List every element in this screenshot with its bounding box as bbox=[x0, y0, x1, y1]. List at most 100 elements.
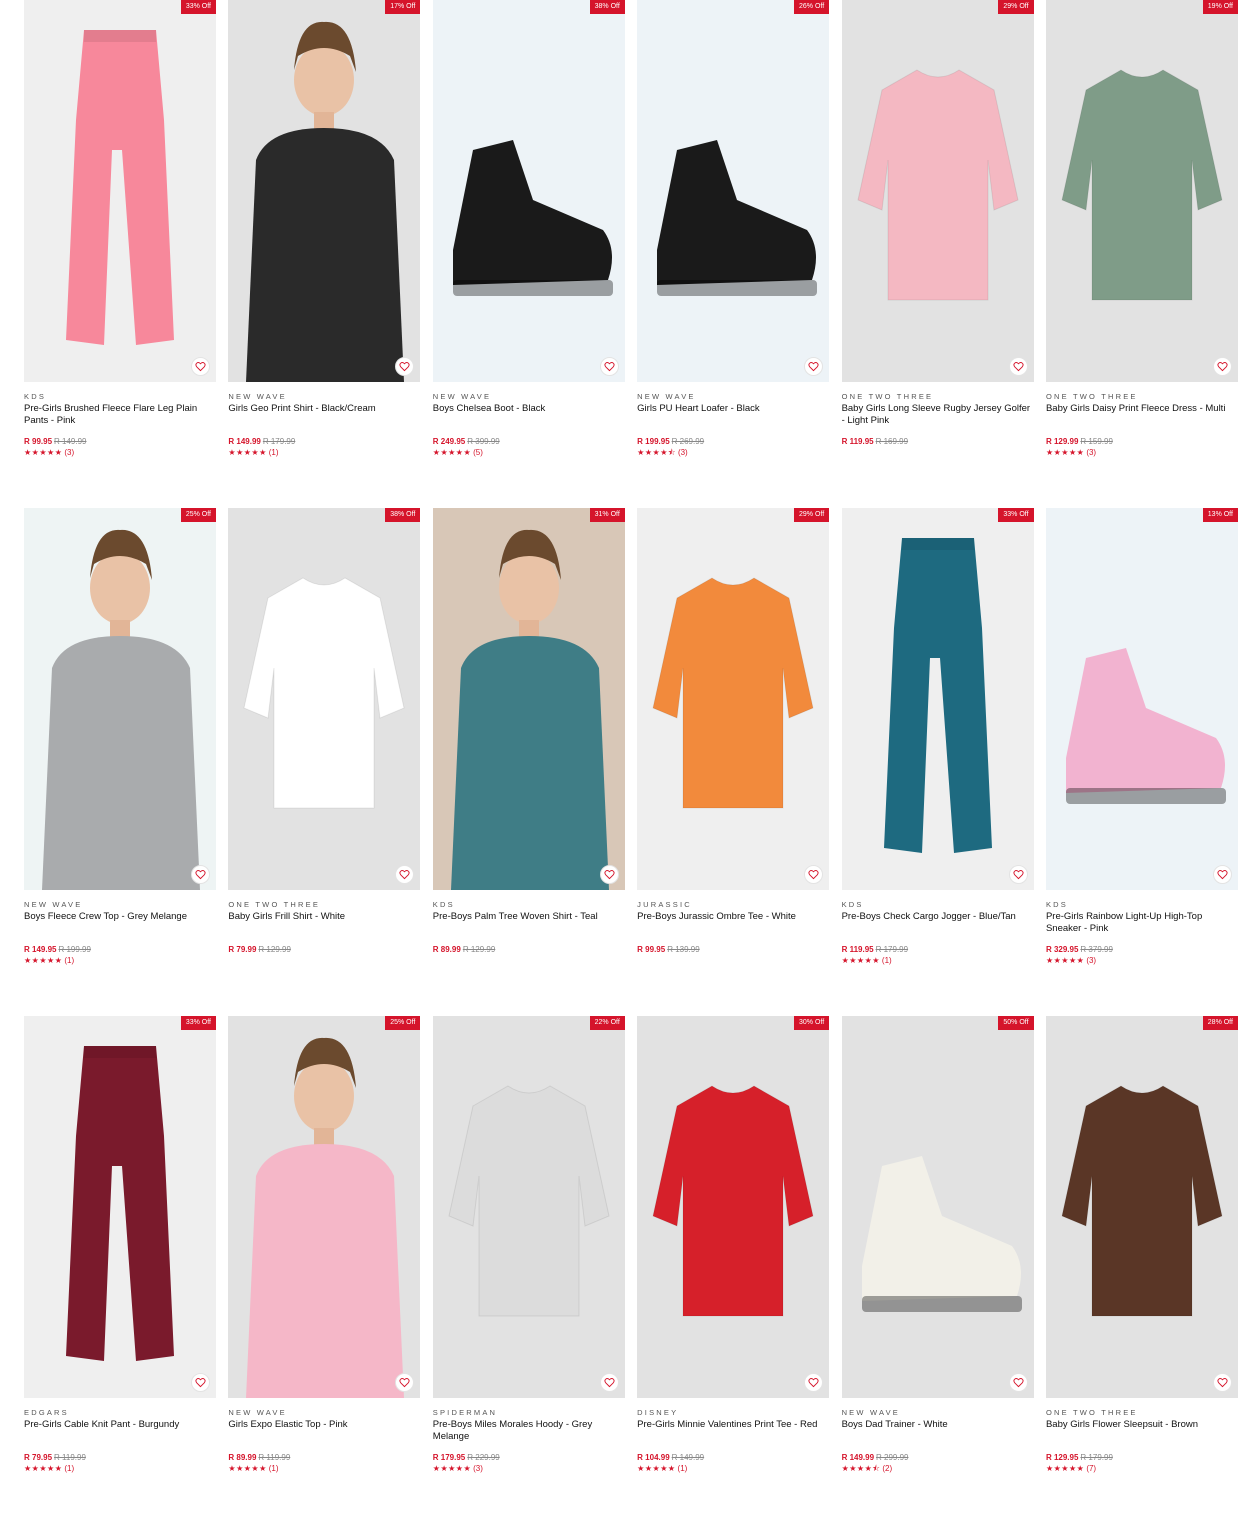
heart-icon bbox=[1013, 1378, 1024, 1388]
product-image[interactable]: 17% Off bbox=[228, 0, 421, 382]
product-card[interactable]: 29% Off ONE TWO THREE Baby Girls Long Slee… bbox=[841, 0, 1034, 508]
product-photo[interactable] bbox=[24, 1016, 216, 1398]
wishlist-button[interactable] bbox=[1008, 865, 1028, 884]
product-title[interactable]: Baby Girls Frill Shirt - White bbox=[228, 911, 420, 945]
product-image[interactable]: 28% Off bbox=[1045, 1016, 1238, 1398]
product-photo[interactable] bbox=[433, 0, 625, 382]
product-brand: KDS bbox=[841, 900, 864, 909]
product-title[interactable]: Boys Dad Trainer - White bbox=[842, 1419, 1034, 1453]
product-brand: ONE TWO THREE bbox=[841, 392, 934, 401]
product-photo[interactable] bbox=[24, 508, 216, 890]
product-card[interactable]: 33% Off KDS Pre-Boys Check Cargo Jogger - … bbox=[841, 508, 1034, 1016]
product-brand: KDS bbox=[432, 900, 455, 909]
product-card[interactable]: 25% Off NEW WAVE Boys Fleece Crew Top - Gr… bbox=[24, 508, 216, 1016]
sale-price: R 119.95 bbox=[841, 437, 874, 446]
wishlist-button[interactable] bbox=[599, 357, 619, 376]
product-card[interactable]: 33% Off EDGARS Pre-Girls Cable Knit Pant -… bbox=[24, 1016, 216, 1524]
product-title[interactable]: Pre-Boys Miles Morales Hoody - Grey Mela… bbox=[433, 1419, 625, 1453]
product-photo[interactable] bbox=[24, 0, 216, 382]
product-image[interactable]: 33% Off bbox=[24, 0, 216, 382]
product-photo[interactable] bbox=[433, 508, 625, 890]
product-photo[interactable] bbox=[637, 0, 829, 382]
product-title[interactable]: Pre-Boys Palm Tree Woven Shirt - Teal bbox=[433, 911, 625, 945]
product-title[interactable]: Pre-Girls Rainbow Light-Up High-Top Snea… bbox=[1046, 911, 1238, 945]
product-title[interactable]: Pre-Boys Check Cargo Jogger - Blue/Tan bbox=[842, 911, 1034, 945]
product-photo[interactable] bbox=[228, 508, 420, 890]
product-title[interactable]: Baby Girls Flower Sleepsuit - Brown bbox=[1046, 1419, 1238, 1453]
wishlist-button[interactable] bbox=[1212, 1373, 1232, 1392]
original-price: R 399.99 bbox=[467, 437, 500, 446]
wishlist-button[interactable] bbox=[1008, 1373, 1028, 1392]
product-image[interactable]: 33% Off bbox=[24, 1016, 216, 1398]
product-image[interactable]: 30% Off bbox=[637, 1016, 830, 1398]
product-image[interactable]: 19% Off bbox=[1045, 0, 1238, 382]
product-card[interactable]: 30% Off DISNEY Pre-Girls Minnie Valentines… bbox=[637, 1016, 830, 1524]
product-image[interactable]: 29% Off bbox=[841, 0, 1034, 382]
product-photo[interactable] bbox=[842, 1016, 1034, 1398]
product-image[interactable]: 25% Off bbox=[228, 1016, 421, 1398]
product-card[interactable]: 38% Off NEW WAVE Boys Chelsea Boot - Black… bbox=[432, 0, 625, 508]
wishlist-button[interactable] bbox=[599, 1373, 619, 1392]
discount-badge: 33% Off bbox=[180, 1016, 216, 1030]
product-photo[interactable] bbox=[637, 508, 829, 890]
review-count: (3) bbox=[64, 448, 75, 457]
product-card[interactable]: 31% Off KDS Pre-Boys Palm Tree Woven Shirt… bbox=[432, 508, 625, 1016]
product-title[interactable]: Baby Girls Long Sleeve Rugby Jersey Golf… bbox=[842, 403, 1034, 437]
sale-price: R 249.95 bbox=[432, 437, 466, 446]
product-title[interactable]: Pre-Girls Brushed Fleece Flare Leg Plain… bbox=[24, 403, 216, 437]
product-title[interactable]: Boys Chelsea Boot - Black bbox=[433, 403, 625, 437]
product-image[interactable]: 29% Off bbox=[637, 508, 830, 890]
product-image[interactable]: 25% Off bbox=[24, 508, 216, 890]
product-title[interactable]: Pre-Boys Jurassic Ombre Tee - White bbox=[637, 911, 829, 945]
product-card[interactable]: 17% Off NEW WAVE Girls Geo Print Shirt - B… bbox=[228, 0, 421, 508]
wishlist-button[interactable] bbox=[191, 357, 210, 376]
wishlist-button[interactable] bbox=[599, 865, 619, 884]
product-card[interactable]: 29% Off JURASSIC Pre-Boys Jurassic Ombre T… bbox=[637, 508, 830, 1016]
product-photo[interactable] bbox=[228, 0, 420, 382]
wishlist-button[interactable] bbox=[1212, 357, 1232, 376]
product-photo[interactable] bbox=[842, 508, 1034, 890]
product-image[interactable]: 22% Off bbox=[432, 1016, 625, 1398]
product-photo[interactable] bbox=[1046, 0, 1238, 382]
product-title[interactable]: Pre-Girls Cable Knit Pant - Burgundy bbox=[24, 1419, 216, 1453]
product-photo[interactable] bbox=[228, 1016, 420, 1398]
product-image[interactable]: 26% Off bbox=[637, 0, 830, 382]
product-card[interactable]: 26% Off NEW WAVE Girls PU Heart Loafer - B… bbox=[637, 0, 830, 508]
product-card[interactable]: 50% Off NEW WAVE Boys Dad Trainer - White R… bbox=[841, 1016, 1034, 1524]
product-card[interactable]: 25% Off NEW WAVE Girls Expo Elastic Top - … bbox=[228, 1016, 421, 1524]
product-image[interactable]: 38% Off bbox=[432, 0, 625, 382]
product-title[interactable]: Baby Girls Daisy Print Fleece Dress - Mu… bbox=[1046, 403, 1238, 437]
wishlist-button[interactable] bbox=[1008, 357, 1028, 376]
product-card[interactable]: 22% Off SPIDERMAN Pre-Boys Miles Morales H… bbox=[432, 1016, 625, 1524]
star-icons: ★★★★★ bbox=[841, 956, 880, 965]
wishlist-button[interactable] bbox=[191, 865, 210, 884]
product-image[interactable]: 33% Off bbox=[841, 508, 1034, 890]
review-count: (3) bbox=[473, 1464, 483, 1473]
product-image[interactable]: 50% Off bbox=[841, 1016, 1034, 1398]
product-title[interactable]: Girls Geo Print Shirt - Black/Cream bbox=[228, 403, 420, 437]
product-image[interactable]: 13% Off bbox=[1045, 508, 1238, 890]
product-photo[interactable] bbox=[637, 1016, 829, 1398]
product-prices: R 119.95 R 179.99 bbox=[842, 945, 1034, 955]
product-photo[interactable] bbox=[433, 1016, 625, 1398]
product-title[interactable]: Pre-Girls Minnie Valentines Print Tee - … bbox=[637, 1419, 829, 1453]
product-title[interactable]: Boys Fleece Crew Top - Grey Melange bbox=[24, 911, 216, 945]
product-card[interactable]: 13% Off KDS Pre-Girls Rainbow Light-Up Hig… bbox=[1045, 508, 1238, 1016]
star-icons: ★★★★★ bbox=[1045, 1464, 1085, 1473]
wishlist-button[interactable] bbox=[1212, 865, 1232, 884]
star-icons: ★★★★★ bbox=[1045, 448, 1085, 457]
review-count: (5) bbox=[473, 448, 483, 457]
product-card[interactable]: 38% Off ONE TWO THREE Baby Girls Frill Shi… bbox=[228, 508, 421, 1016]
product-photo[interactable] bbox=[1046, 508, 1238, 890]
product-image[interactable]: 31% Off bbox=[432, 508, 625, 890]
product-photo[interactable] bbox=[842, 0, 1034, 382]
product-card[interactable]: 33% Off KDS Pre-Girls Brushed Fleece Flare… bbox=[24, 0, 216, 508]
product-card[interactable]: 28% Off ONE TWO THREE Baby Girls Flower Sl… bbox=[1045, 1016, 1238, 1524]
product-image[interactable]: 38% Off bbox=[228, 508, 421, 890]
product-title[interactable]: Girls Expo Elastic Top - Pink bbox=[228, 1419, 420, 1453]
product-title[interactable]: Girls PU Heart Loafer - Black bbox=[637, 403, 829, 437]
product-card[interactable]: 19% Off ONE TWO THREE Baby Girls Daisy Pri… bbox=[1045, 0, 1238, 508]
wishlist-button[interactable] bbox=[191, 1373, 210, 1392]
product-photo[interactable] bbox=[1046, 1016, 1238, 1398]
product-brand: ONE TWO THREE bbox=[228, 900, 321, 909]
